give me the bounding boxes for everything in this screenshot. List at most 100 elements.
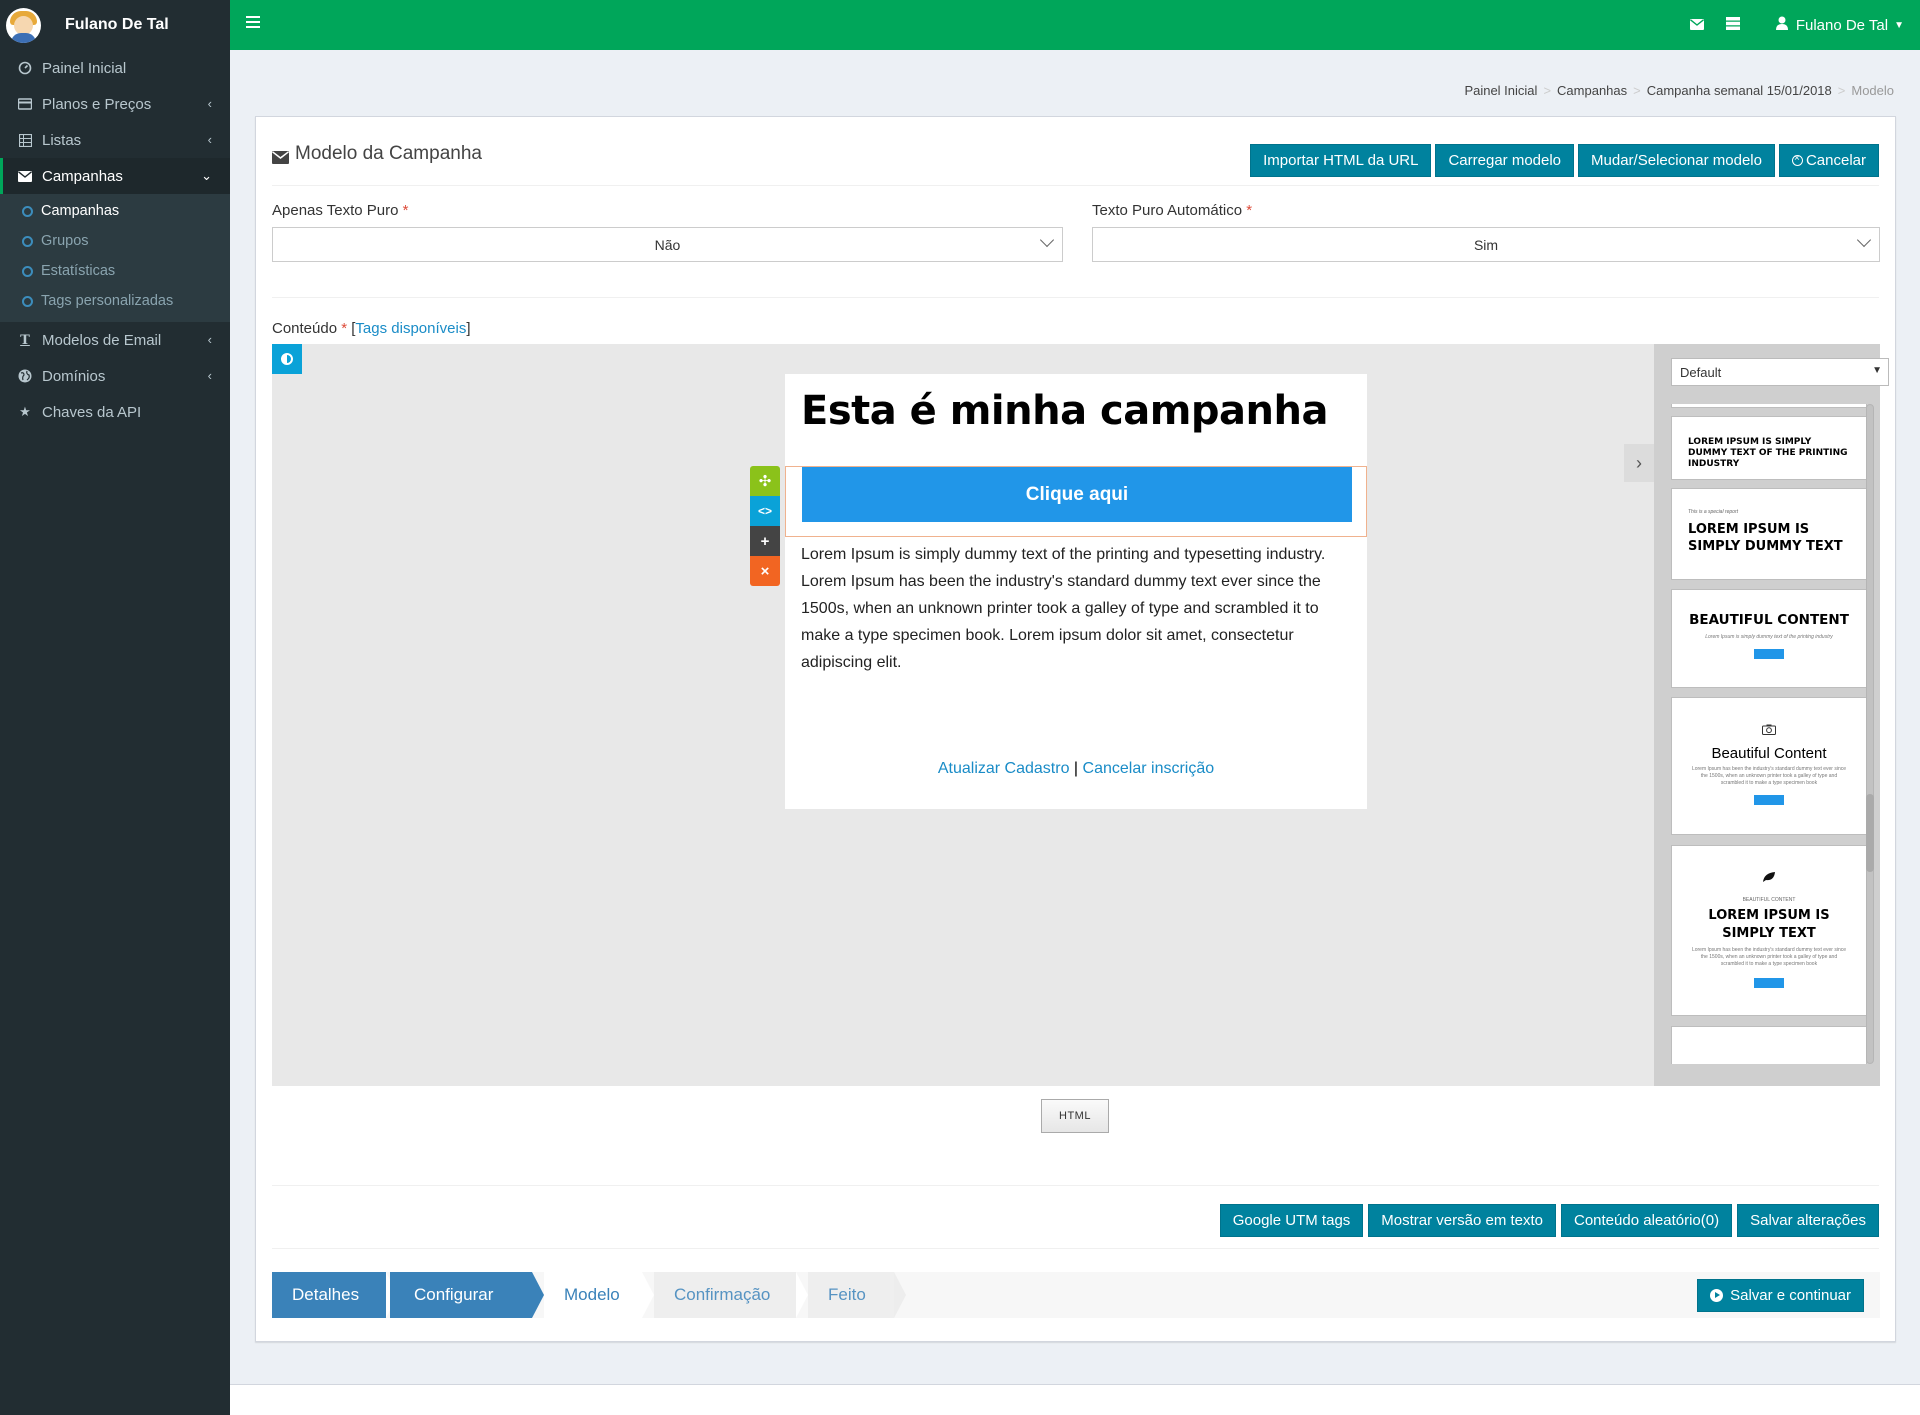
chevron-right-icon: › [1636,452,1642,473]
thumb-title: LOREM IPSUM IS SIMPLY DUMMY TEXT [1688,522,1843,554]
breadcrumb-item[interactable]: Campanha semanal 15/01/2018 [1647,83,1832,98]
envelope-icon [18,169,32,183]
email-footer-links: Atualizar Cadastro | Cancelar inscrição [785,760,1367,778]
thumb-button [1754,649,1784,659]
cta-block-selected[interactable]: Clique aqui [785,466,1367,537]
breadcrumb-item[interactable]: Painel Inicial [1464,83,1537,98]
header-actions: Importar HTML da URL Carregar modelo Mud… [1250,144,1879,177]
breadcrumb: Painel Inicial > Campanhas > Campanha semana… [1464,83,1894,98]
block-thumbnail[interactable]: BEAUTIFUL CONTENT Lorem Ipsum is simply … [1671,589,1867,688]
subnav-item-estatisticas[interactable]: Estatísticas [0,256,230,286]
update-profile-link[interactable]: Atualizar Cadastro [938,760,1070,777]
circle-icon [22,295,33,307]
required-mark: * [1246,202,1253,219]
email-body-text[interactable]: Lorem Ipsum is simply dummy text of the … [801,541,1351,676]
select-value: Sim [1473,236,1499,253]
sidebar-item-campanhas[interactable]: Campanhas ⌄ [0,158,230,194]
page-footer [230,1385,1920,1415]
step-label: Configurar [414,1285,494,1304]
show-text-version-button[interactable]: Mostrar versão em texto [1368,1204,1556,1237]
thumb-subtitle: Lorem Ipsum has been the industry's stan… [1691,766,1847,786]
sidebar-item-painel-inicial[interactable]: Painel Inicial [0,50,230,86]
wizard-step-detalhes[interactable]: Detalhes [272,1272,386,1318]
thumb-kicker: This is a special report [1688,509,1739,515]
breadcrumb-item[interactable]: Campanhas [1557,83,1627,98]
chevron-down-icon [1856,232,1872,248]
campaign-template-box: Modelo da Campanha Importar HTML da URL … [255,116,1896,1342]
user-menu[interactable]: Fulano De Tal ▼ [1775,0,1904,50]
block-thumbnails: LOREM IPSUM IS SIMPLY DUMMY TEXT OF THE … [1671,404,1867,1064]
move-block-icon[interactable]: ✣ [750,466,780,496]
sidebar-item-planos[interactable]: Planos e Preços ‹ [0,86,230,122]
google-utm-tags-button[interactable]: Google UTM tags [1219,1204,1364,1237]
auto-plain-text-select[interactable]: Sim [1092,227,1880,262]
table-icon [18,133,32,147]
load-template-button[interactable]: Carregar modelo [1435,144,1575,177]
sidebar-item-modelos-email[interactable]: T Modelos de Email ‹ [0,322,230,358]
credit-card-icon [18,97,32,111]
block-thumbnail[interactable]: LOREM IPSUM IS SIMPLY DUMMY TEXT OF THE … [1671,416,1867,480]
unsubscribe-link[interactable]: Cancelar inscrição [1083,760,1215,777]
save-and-continue-button[interactable]: Salvar e continuar [1697,1279,1864,1312]
sidebar-item-dominios[interactable]: Domínios ‹ [0,358,230,394]
wizard-step-modelo[interactable]: Modelo [544,1272,642,1318]
panel-scrollbar-thumb[interactable] [1866,794,1874,872]
available-tags-link[interactable]: Tags disponíveis [355,320,466,337]
subnav-label: Campanhas [41,203,120,219]
sidebar-item-label: Campanhas [42,167,123,185]
subnav-item-grupos[interactable]: Grupos [0,226,230,256]
contrast-icon [281,353,293,365]
code-block-icon[interactable]: <> [750,496,780,526]
email-heading[interactable]: Esta é minha campanha [801,388,1328,434]
delete-block-icon[interactable]: × [750,556,780,586]
step-separator [894,1272,906,1318]
cancel-button[interactable]: × Cancelar [1778,144,1879,177]
caret-down-icon: ▼ [1894,19,1904,31]
step-label: Detalhes [292,1285,360,1304]
subnav-item-campanhas[interactable]: Campanhas [0,196,230,226]
envelope-icon[interactable] [1690,17,1704,34]
wizard-step-feito[interactable]: Feito [808,1272,894,1318]
chevron-down-icon: ⌄ [201,168,212,183]
breadcrumb-current: Modelo [1851,83,1894,98]
block-category-select[interactable]: Default ▼ [1671,358,1889,386]
box-title: Modelo da Campanha [272,143,482,165]
cancel-label: Cancelar [1805,152,1866,169]
block-thumbnail[interactable] [1671,404,1867,408]
wizard-step-configurar[interactable]: Configurar [390,1272,532,1318]
plain-text-select[interactable]: Não [272,227,1063,262]
sidebar-item-label: Domínios [42,367,106,385]
email-canvas: Esta é minha campanha Clique aqui Lorem … [785,374,1367,809]
random-content-button[interactable]: Conteúdo aleatório(0) [1561,1204,1733,1237]
cta-button[interactable]: Clique aqui [802,467,1352,522]
sidebar: Fulano De Tal Painel Inicial Planos e Pr… [0,0,230,1415]
block-thumbnail[interactable]: BEAUTIFUL CONTENT LOREM IPSUM IS SIMPLY … [1671,845,1867,1016]
panel-scrollbar[interactable] [1866,404,1874,1064]
change-select-template-button[interactable]: Mudar/Selecionar modelo [1578,144,1775,177]
sidebar-item-label: Listas [42,131,82,149]
sidebar-item-label: Planos e Preços [42,95,152,113]
theme-toggle-button[interactable] [272,344,302,374]
server-list-icon[interactable] [1726,17,1740,34]
import-html-url-button[interactable]: Importar HTML da URL [1250,144,1432,177]
hamburger-menu-icon[interactable] [246,16,260,31]
add-block-icon[interactable]: + [750,526,780,556]
sidebar-user-name: Fulano De Tal [65,16,169,33]
envelope-icon [272,148,289,164]
block-thumbnail[interactable]: This is a special report LOREM IPSUM IS … [1671,488,1867,580]
block-thumbnail[interactable]: Beautiful Content Lorem Ipsum has been t… [1671,697,1867,835]
html-view-button[interactable]: HTML [1041,1099,1109,1133]
sidebar-item-listas[interactable]: Listas ‹ [0,122,230,158]
thumb-title: Beautiful Content [1711,745,1827,762]
sidebar-user-panel[interactable]: Fulano De Tal [0,0,230,50]
sidebar-item-chaves-api[interactable]: ★ Chaves da API [0,394,230,430]
subnav-item-tags[interactable]: Tags personalizadas [0,286,230,316]
save-changes-button[interactable]: Salvar alterações [1737,1204,1879,1237]
label-text: Conteúdo [272,320,338,337]
campanhas-submenu: Campanhas Grupos Estatísticas Tags perso… [0,194,230,322]
block-thumbnail[interactable] [1671,1026,1867,1064]
panel-collapse-button[interactable]: › [1624,444,1654,482]
campaign-wizard: Detalhes Configurar Modelo Confirmação F… [272,1272,1880,1318]
wizard-step-confirmacao[interactable]: Confirmação [654,1272,796,1318]
divider [272,185,1879,186]
